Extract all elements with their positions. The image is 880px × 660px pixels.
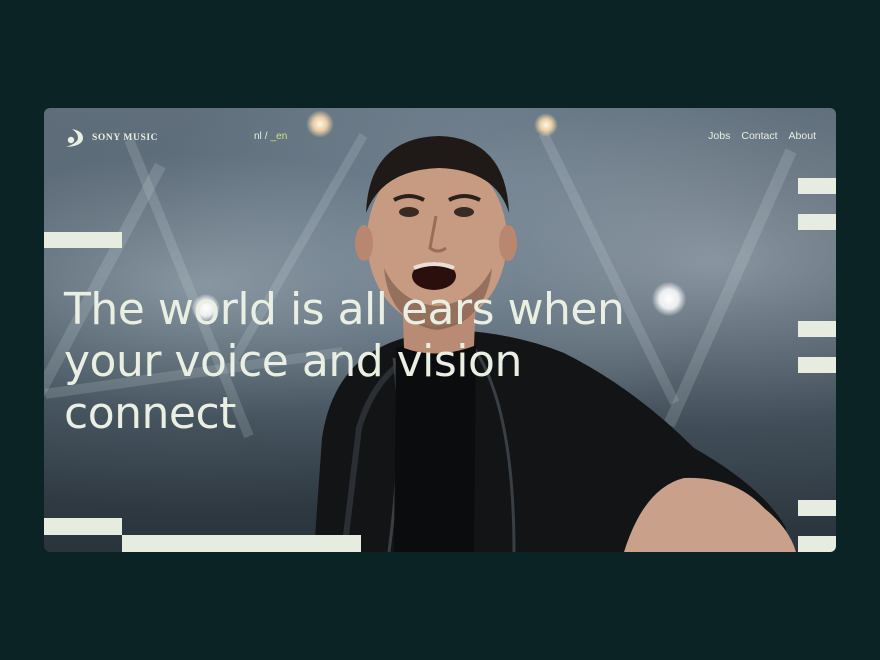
logo-text: SONY MUSIC bbox=[92, 133, 159, 143]
nav-item-about[interactable]: About bbox=[789, 130, 816, 142]
hero-section: SONY MUSIC nl / _en Jobs Contact About T… bbox=[44, 108, 836, 552]
decorative-bar bbox=[44, 518, 122, 535]
decorative-bar bbox=[798, 321, 836, 337]
decorative-bar bbox=[798, 536, 836, 552]
sony-music-logo[interactable]: SONY MUSIC bbox=[64, 128, 158, 148]
lang-option-en[interactable]: _en bbox=[271, 131, 288, 142]
lang-option-nl[interactable]: nl bbox=[254, 131, 262, 142]
lang-separator: / bbox=[264, 131, 268, 142]
language-switcher: nl / _en bbox=[254, 131, 287, 142]
sony-music-swoosh-icon bbox=[66, 129, 83, 147]
decorative-bar bbox=[44, 232, 122, 248]
hero-headline: The world is all ears when your voice an… bbox=[64, 284, 625, 439]
decorative-bar bbox=[798, 178, 836, 194]
decorative-bar bbox=[798, 500, 836, 516]
decorative-bar bbox=[798, 357, 836, 373]
decorative-bar bbox=[122, 535, 361, 552]
decorative-bar bbox=[798, 214, 836, 230]
nav-item-contact[interactable]: Contact bbox=[741, 130, 777, 142]
nav-item-jobs[interactable]: Jobs bbox=[708, 130, 730, 142]
main-nav: Jobs Contact About bbox=[708, 130, 816, 142]
